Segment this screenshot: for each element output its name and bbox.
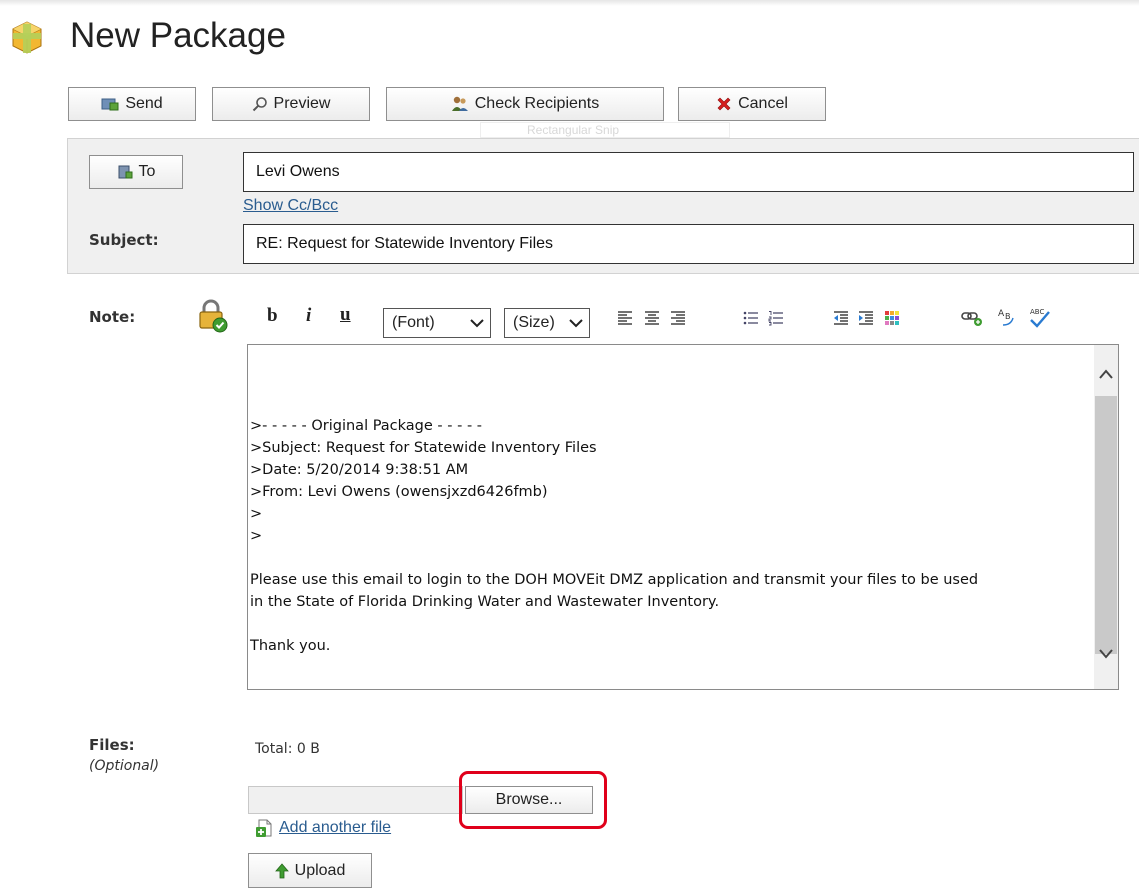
note-line: > xyxy=(250,528,263,544)
note-line: >- - - - - Original Package - - - - - xyxy=(250,418,483,434)
align-center-icon[interactable] xyxy=(644,310,660,326)
snip-overlay: Rectangular Snip xyxy=(480,122,730,138)
note-line: >Date: 5/20/2014 9:38:51 AM xyxy=(250,462,469,478)
italic-button[interactable]: i xyxy=(306,305,311,327)
size-select[interactable]: (Size) xyxy=(504,308,590,338)
indent-icon[interactable] xyxy=(858,310,874,326)
file-path-input[interactable] xyxy=(248,786,463,814)
add-another-file-link[interactable]: Add another file xyxy=(279,819,391,837)
magnifier-icon xyxy=(252,97,267,112)
note-line: Thank you. xyxy=(250,638,331,654)
align-left-icon[interactable] xyxy=(617,310,633,326)
svg-text:B: B xyxy=(1005,312,1011,321)
top-edge xyxy=(0,0,1139,6)
lock-icon[interactable] xyxy=(194,298,230,334)
check-recipients-button[interactable]: Check Recipients xyxy=(386,87,664,121)
show-cc-bcc-link[interactable]: Show Cc/Bcc xyxy=(243,197,338,215)
note-label: Note: xyxy=(89,308,136,326)
to-label: To xyxy=(138,163,156,180)
note-line xyxy=(250,547,1092,569)
numbered-list-icon[interactable] xyxy=(768,310,784,326)
highlight-box xyxy=(459,771,607,829)
note-line: >From: Levi Owens (owensjxzd6426fmb) xyxy=(250,484,548,500)
files-total: Total: 0 B xyxy=(255,741,320,757)
scrollbar-thumb[interactable] xyxy=(1095,396,1117,654)
cancel-button[interactable]: Cancel xyxy=(678,87,826,121)
preview-button[interactable]: Preview xyxy=(212,87,370,121)
chevron-down-icon[interactable] xyxy=(1099,649,1113,659)
svg-text:ABC: ABC xyxy=(1030,308,1044,316)
note-line: >Subject: Request for Statewide Inventor… xyxy=(250,440,597,456)
spell-check-icon[interactable]: ABC xyxy=(1027,306,1051,328)
align-right-icon[interactable] xyxy=(670,310,686,326)
send-button[interactable]: Send xyxy=(68,87,196,121)
chevron-down-icon xyxy=(569,318,583,327)
note-editor[interactable]: >- - - - - Original Package - - - - - >Su… xyxy=(247,344,1119,690)
send-label: Send xyxy=(125,95,163,112)
bullet-list-icon[interactable] xyxy=(743,310,759,326)
note-line: > xyxy=(250,506,263,522)
cancel-label: Cancel xyxy=(738,95,788,112)
add-file-icon xyxy=(256,819,272,837)
color-palette-icon[interactable] xyxy=(884,310,900,326)
note-body: >- - - - - Original Package - - - - - >Su… xyxy=(250,415,1092,657)
note-line: Please use this email to login to the DO… xyxy=(250,572,979,588)
font-select[interactable]: (Font) xyxy=(383,308,491,338)
address-book-icon xyxy=(118,165,133,179)
users-icon xyxy=(451,96,468,111)
send-icon xyxy=(101,98,119,111)
underline-button[interactable]: u xyxy=(340,304,351,326)
note-line xyxy=(250,613,1092,635)
editor-scrollbar[interactable] xyxy=(1094,345,1118,689)
files-optional-label: (Optional) xyxy=(89,758,160,774)
upload-arrow-icon xyxy=(274,862,289,878)
outdent-icon[interactable] xyxy=(833,310,849,326)
font-select-value: (Font) xyxy=(392,314,435,331)
editor-toolbar: b i u (Font) (Size) A B ABC xyxy=(248,296,1118,344)
files-label: Files: xyxy=(89,736,135,754)
text-replace-icon[interactable]: A B xyxy=(997,307,1019,327)
bold-button[interactable]: b xyxy=(267,305,278,327)
close-icon xyxy=(717,97,731,111)
chevron-up-icon[interactable] xyxy=(1099,369,1113,379)
subject-label: Subject: xyxy=(89,231,159,249)
size-select-value: (Size) xyxy=(513,314,555,331)
upload-button[interactable]: Upload xyxy=(248,853,372,888)
subject-field[interactable]: RE: Request for Statewide Inventory File… xyxy=(243,224,1134,264)
chevron-down-icon xyxy=(470,318,484,327)
link-icon[interactable] xyxy=(961,309,983,327)
upload-label: Upload xyxy=(294,861,346,879)
to-field[interactable]: Levi Owens xyxy=(243,152,1134,192)
preview-label: Preview xyxy=(273,95,331,112)
check-recipients-label: Check Recipients xyxy=(474,95,600,112)
page-title: New Package xyxy=(70,16,286,55)
to-button[interactable]: To xyxy=(89,155,183,189)
package-icon xyxy=(12,21,42,54)
note-line: in the State of Florida Drinking Water a… xyxy=(250,594,720,610)
svg-text:A: A xyxy=(998,309,1005,319)
